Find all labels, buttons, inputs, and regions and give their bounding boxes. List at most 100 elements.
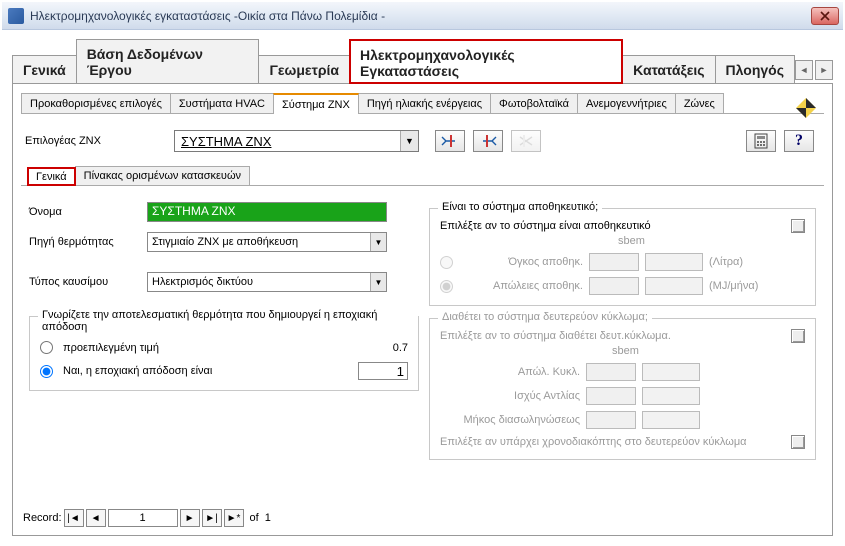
tab-project-db[interactable]: Βάση Δεδομένων Έργου	[76, 39, 260, 83]
inner-tab-general[interactable]: Γενικά	[27, 167, 76, 186]
subtab-defaults[interactable]: Προκαθορισμένες επιλογές	[21, 93, 171, 113]
secondary-pump-label: Ισχύς Αντλίας	[440, 390, 580, 402]
name-label: Όνομα	[29, 206, 139, 218]
tab-geometry[interactable]: Γεωμετρία	[258, 55, 350, 83]
storage-volume-label: Όγκος αποθηκ.	[463, 256, 583, 268]
tab-scroll-left[interactable]: ◄	[795, 60, 813, 80]
record-prev-button[interactable]: ◄	[86, 509, 106, 527]
efficiency-custom-input[interactable]	[358, 362, 408, 380]
storage-volume-radio[interactable]	[440, 256, 453, 269]
storage-loss-radio[interactable]	[440, 280, 453, 293]
tabs-sub: Προκαθορισμένες επιλογές Συστήματα HVAC …	[21, 92, 824, 114]
tab-mep[interactable]: Ηλεκτρομηχανολογικές Εγκαταστάσεις	[349, 39, 623, 84]
secondary-checkbox[interactable]	[791, 329, 805, 343]
subtab-zones[interactable]: Ζώνες	[675, 93, 724, 113]
panel-body: Προκαθορισμένες επιλογές Συστήματα HVAC …	[12, 84, 833, 536]
secondary-loss-input	[642, 363, 700, 381]
efficiency-default-label: προεπιλεγμένη τιμή	[63, 342, 159, 354]
calculator-icon	[754, 133, 768, 149]
app-titlebar-icon	[8, 8, 24, 24]
secondary-length-input	[642, 411, 700, 429]
record-label: Record:	[23, 512, 62, 524]
record-total: 1	[265, 512, 271, 524]
efficiency-default-radio[interactable]	[40, 341, 53, 354]
subtab-znx[interactable]: Σύστημα ZNX	[273, 93, 359, 114]
record-next-button[interactable]: ►	[180, 509, 200, 527]
efficiency-custom-label: Ναι, η εποχιακή απόδοση είναι	[63, 365, 212, 377]
remove-button[interactable]	[511, 130, 541, 152]
record-first-button[interactable]: |◄	[64, 509, 84, 527]
fuel-type-value: Ηλεκτρισμός δικτύου	[152, 276, 253, 288]
selector-label: Επιλογέας ZNX	[23, 135, 168, 147]
tab-general[interactable]: Γενικά	[12, 55, 77, 83]
storage-group-title: Είναι το σύστημα αποθηκευτικό;	[438, 201, 602, 213]
close-icon	[820, 11, 830, 21]
subtab-pv[interactable]: Φωτοβολταϊκά	[490, 93, 578, 113]
insert-right-icon	[479, 134, 497, 148]
tabs-inner: Γενικά Πίνακας ορισμένων κατασκευών	[21, 166, 824, 186]
titlebar: Ηλεκτρομηχανολογικές εγκαταστάσεις -Οικί…	[2, 2, 843, 30]
secondary-pump-input	[642, 387, 700, 405]
record-new-button[interactable]: ►*	[224, 509, 244, 527]
remove-icon	[517, 134, 535, 148]
secondary-timer-checkbox	[791, 435, 805, 449]
record-last-button[interactable]: ►|	[202, 509, 222, 527]
secondary-group: Διαθέτει το σύστημα δευτερεύον κύκλωμα; …	[429, 318, 816, 460]
record-navigator: Record: |◄ ◄ ► ►| ►* of 1	[21, 507, 824, 527]
insert-left-icon	[441, 134, 459, 148]
name-input[interactable]: ΣΥΣΤΗΜΑ ZNX	[147, 202, 387, 222]
calculator-button[interactable]	[746, 130, 776, 152]
znx-selector-combo[interactable]: ΣΥΣΤΗΜΑ ZNX ▼	[174, 130, 419, 152]
efficiency-group: Γνωρίζετε την αποτελεσματική θερμότητα π…	[29, 316, 419, 391]
record-of-label: of	[250, 512, 259, 524]
storage-volume-unit: (Λίτρα)	[709, 256, 767, 268]
insert-left-button[interactable]	[435, 130, 465, 152]
storage-group: Είναι το σύστημα αποθηκευτικό; Επιλέξτε …	[429, 208, 816, 306]
help-icon: ?	[795, 132, 803, 150]
subtab-wind[interactable]: Ανεμογεννήτριες	[577, 93, 676, 113]
fuel-type-combo[interactable]: Ηλεκτρισμός δικτύου ▼	[147, 272, 387, 292]
close-button[interactable]	[811, 7, 839, 25]
record-number-input[interactable]	[108, 509, 178, 527]
storage-volume-sbem-button[interactable]	[589, 253, 639, 271]
dropdown-icon: ▼	[400, 131, 418, 151]
storage-loss-sbem-button[interactable]	[589, 277, 639, 295]
secondary-timer-label: Επιλέξτε αν υπάρχει χρονοδιακόπτης στο δ…	[440, 436, 785, 448]
secondary-select-label: Επιλέξτε αν το σύστημα διαθέτει δευτ.κύκ…	[440, 330, 785, 342]
storage-volume-input[interactable]	[645, 253, 703, 271]
secondary-length-sbem-button	[586, 411, 636, 429]
inner-body: Όνομα ΣΥΣΤΗΜΑ ZNX Πηγή θερμότητας Στιγμι…	[21, 186, 824, 507]
efficiency-group-title: Γνωρίζετε την αποτελεσματική θερμότητα π…	[38, 309, 418, 333]
storage-loss-input[interactable]	[645, 277, 703, 295]
secondary-pump-sbem-button	[586, 387, 636, 405]
secondary-loss-sbem-button	[586, 363, 636, 381]
storage-loss-label: Απώλειες αποθηκ.	[463, 280, 583, 292]
znx-selector-value: ΣΥΣΤΗΜΑ ZNX	[181, 134, 271, 149]
efficiency-custom-radio[interactable]	[40, 365, 53, 378]
window: Ηλεκτρομηχανολογικές εγκαταστάσεις -Οικί…	[0, 0, 845, 546]
heat-source-combo[interactable]: Στιγμιαίο ZNX με αποθήκευση ▼	[147, 232, 387, 252]
secondary-loss-label: Απώλ. Κυκλ.	[440, 366, 580, 378]
subtab-hvac[interactable]: Συστήματα HVAC	[170, 93, 274, 113]
app-logo-icon	[794, 96, 818, 120]
storage-checkbox[interactable]	[791, 219, 805, 233]
sbem-column-header: sbem	[618, 235, 645, 247]
storage-select-label: Επιλέξτε αν το σύστημα είναι αποθηκευτικ…	[440, 220, 785, 232]
tabs-main: Γενικά Βάση Δεδομένων Έργου Γεωμετρία Ηλ…	[12, 38, 833, 84]
window-title: Ηλεκτρομηχανολογικές εγκαταστάσεις -Οικί…	[30, 9, 811, 23]
secondary-length-label: Μήκος διασωληνώσεως	[440, 414, 580, 426]
storage-loss-unit: (MJ/μήνα)	[709, 280, 767, 292]
subtab-solar[interactable]: Πηγή ηλιακής ενέργειας	[358, 93, 491, 113]
selector-row: Επιλογέας ZNX ΣΥΣΤΗΜΑ ZNX ▼	[21, 114, 824, 162]
tab-scroll-right[interactable]: ►	[815, 60, 833, 80]
dropdown-icon: ▼	[370, 233, 386, 251]
insert-right-button[interactable]	[473, 130, 503, 152]
secondary-group-title: Διαθέτει το σύστημα δευτερεύον κύκλωμα;	[438, 311, 652, 323]
inner-tab-constructions[interactable]: Πίνακας ορισμένων κατασκευών	[75, 166, 250, 185]
secondary-sbem-header: sbem	[612, 345, 639, 357]
help-button[interactable]: ?	[784, 130, 814, 152]
dropdown-icon: ▼	[370, 273, 386, 291]
tab-ratings[interactable]: Κατατάξεις	[622, 55, 715, 83]
tab-navigator[interactable]: Πλοηγός	[715, 55, 795, 83]
efficiency-default-value: 0.7	[358, 342, 408, 354]
